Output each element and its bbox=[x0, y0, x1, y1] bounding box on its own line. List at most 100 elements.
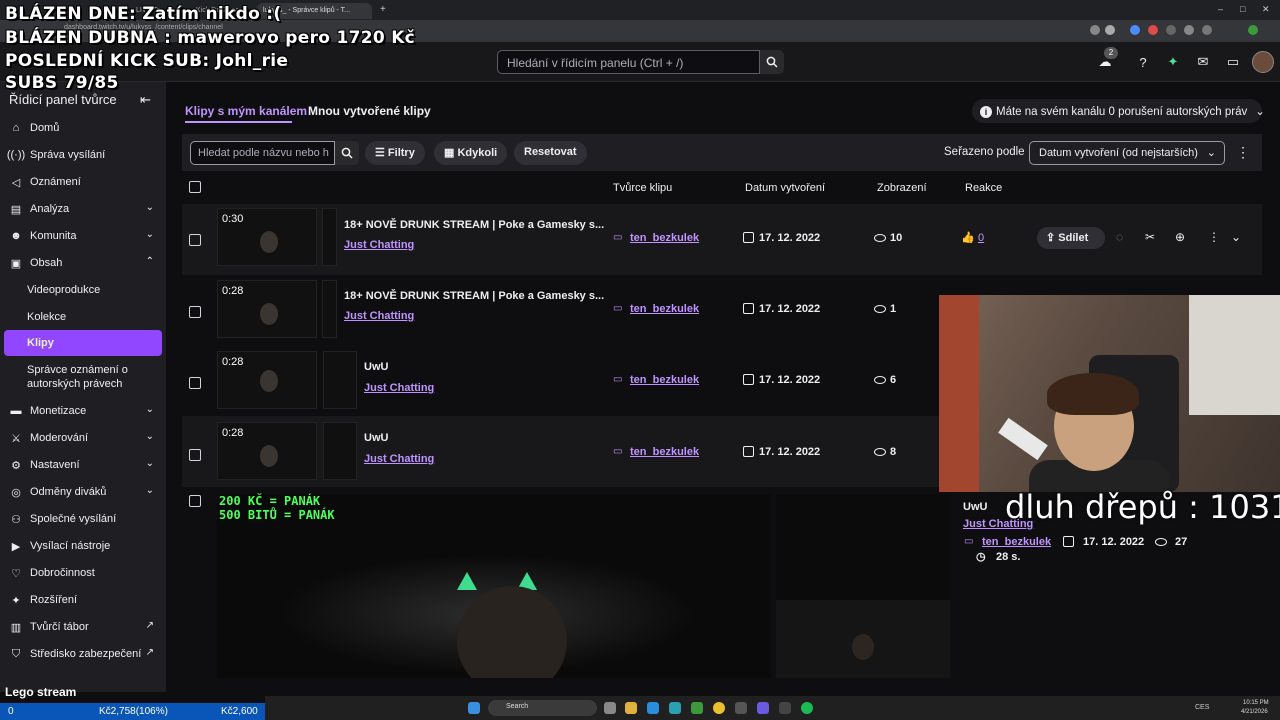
sidebar-item-creator-camp[interactable]: ▥ Tvůrčí tábor ↗ bbox=[0, 614, 166, 640]
zoom-icon[interactable] bbox=[1090, 25, 1100, 35]
clip-title[interactable]: 18+ NOVĚ DRUNK STREAM | Poke a Gamesky s… bbox=[344, 219, 604, 231]
clip-title[interactable]: UwU bbox=[364, 432, 388, 444]
more-options-icon[interactable]: ⋮ bbox=[1208, 230, 1220, 244]
minimize-icon[interactable]: – bbox=[1218, 4, 1223, 14]
spotify-icon[interactable] bbox=[801, 702, 813, 714]
extension-icon[interactable] bbox=[1148, 25, 1158, 35]
sparkle-icon[interactable]: ✦ bbox=[1165, 54, 1181, 70]
calendar-icon: ▦ bbox=[444, 147, 458, 159]
clip-category-link[interactable]: Just Chatting bbox=[344, 310, 414, 322]
reaction-count[interactable]: 0 bbox=[978, 232, 984, 244]
row-checkbox[interactable] bbox=[189, 377, 201, 389]
clip-title[interactable]: 18+ NOVĚ DRUNK STREAM | Poke a Gamesky s… bbox=[344, 290, 604, 302]
sidebar-item-monetization[interactable]: ▬ Monetizace ⌄ bbox=[0, 398, 166, 424]
expanded-clip-title[interactable]: UwU bbox=[963, 501, 987, 513]
app-icon[interactable] bbox=[669, 702, 681, 714]
file-explorer-icon[interactable] bbox=[625, 702, 637, 714]
sidebar-item-settings[interactable]: ⚙ Nastavení ⌄ bbox=[0, 452, 166, 478]
sidebar-item-safety-center[interactable]: ⛉ Středisko zabezpečení ↗ bbox=[0, 641, 166, 667]
clip-creator-link[interactable]: ten_bezkulek bbox=[630, 446, 699, 458]
sidebar-item-stream-manager[interactable]: ((·)) Správa vysílání bbox=[0, 142, 166, 168]
column-header-reactions[interactable]: Reakce bbox=[965, 182, 1002, 194]
taskbar-time[interactable]: 10:15 PM bbox=[1243, 700, 1269, 706]
chrome-icon[interactable] bbox=[713, 702, 725, 714]
close-icon[interactable]: ✕ bbox=[1262, 4, 1270, 15]
more-options-icon[interactable]: ⋮ bbox=[1236, 144, 1250, 161]
star-icon[interactable] bbox=[1105, 25, 1115, 35]
language-indicator[interactable]: CES bbox=[1195, 704, 1209, 711]
chevron-down-icon[interactable]: ⌄ bbox=[1231, 230, 1241, 244]
clip-creator-link[interactable]: ten_bezkulek bbox=[630, 232, 699, 244]
clip-creator-link[interactable]: ten_bezkulek bbox=[630, 374, 699, 386]
row-checkbox[interactable] bbox=[189, 234, 201, 246]
thumbs-up-icon[interactable]: 👍 bbox=[961, 231, 975, 244]
new-tab-button[interactable]: + bbox=[378, 3, 392, 19]
expanded-clip-creator[interactable]: ten_bezkulek bbox=[982, 536, 1051, 548]
extension-icon[interactable] bbox=[1166, 25, 1176, 35]
sidebar-item-community[interactable]: ☻ Komunita ⌄ bbox=[0, 223, 166, 249]
sidebar-item-notifications[interactable]: ◁ Oznámení bbox=[0, 169, 166, 195]
maximize-icon[interactable]: □ bbox=[1240, 4, 1245, 14]
sidebar-item-extensions[interactable]: ✦ Rozšíření bbox=[0, 587, 166, 613]
sidebar-subitem-copyright-manager-line2[interactable]: autorských právech bbox=[27, 378, 122, 390]
obs-icon[interactable] bbox=[779, 702, 791, 714]
app-icon[interactable] bbox=[735, 702, 747, 714]
collapse-sidebar-icon[interactable]: ⇤ bbox=[140, 92, 151, 108]
clip-search-input[interactable]: Hledat podle názvu nebo h bbox=[190, 141, 335, 165]
webcam-hair bbox=[1047, 373, 1139, 415]
active-tab-underline bbox=[185, 121, 292, 123]
whispers-icon[interactable]: ▭ bbox=[1225, 54, 1241, 70]
avatar[interactable] bbox=[1252, 51, 1274, 73]
row-checkbox[interactable] bbox=[189, 449, 201, 461]
copyright-strikes-dropdown[interactable]: i Máte na svém kanálu 0 porušení autorský… bbox=[972, 99, 1265, 123]
filters-button[interactable]: ☰ Filtry bbox=[365, 141, 425, 165]
tab-clips-of-my-channel[interactable]: Klipy s mým kanálem bbox=[185, 104, 307, 118]
extensions-puzzle-icon[interactable] bbox=[1202, 25, 1212, 35]
inbox-icon[interactable]: ✉ bbox=[1195, 54, 1211, 70]
sidebar-item-moderation[interactable]: ⚔ Moderování ⌄ bbox=[0, 425, 166, 451]
extension-icon[interactable] bbox=[1184, 25, 1194, 35]
sidebar-item-content[interactable]: ▣ Obsah ⌃ bbox=[0, 250, 166, 276]
task-view-icon[interactable] bbox=[604, 702, 616, 714]
tab-clips-i-created[interactable]: Mnou vytvořené klipy bbox=[308, 104, 431, 118]
search-button[interactable] bbox=[760, 50, 784, 74]
clip-title[interactable]: UwU bbox=[364, 361, 388, 373]
column-header-creator[interactable]: Tvůrce klipu bbox=[613, 182, 672, 194]
sidebar-item-charity[interactable]: ♡ Dobročinnost bbox=[0, 560, 166, 586]
extension-icon[interactable] bbox=[1130, 25, 1140, 35]
select-all-checkbox[interactable] bbox=[189, 181, 201, 193]
sidebar-item-home[interactable]: ⌂ Domů bbox=[0, 115, 166, 141]
sidebar-item-viewer-rewards[interactable]: ◎ Odměny diváků ⌄ bbox=[0, 479, 166, 505]
taskbar-date[interactable]: 4/21/2026 bbox=[1241, 709, 1268, 715]
taskbar-search[interactable]: Search bbox=[488, 700, 597, 716]
sidebar-subitem-collections[interactable]: Kolekce bbox=[27, 311, 66, 323]
sidebar-item-analytics[interactable]: ▤ Analýza ⌄ bbox=[0, 196, 166, 222]
column-header-date[interactable]: Datum vytvoření bbox=[745, 182, 825, 194]
clip-category-link[interactable]: Just Chatting bbox=[344, 239, 414, 251]
sidebar-item-streaming-tools[interactable]: ▶ Vysílací nástroje bbox=[0, 533, 166, 559]
app-icon[interactable] bbox=[691, 702, 703, 714]
help-icon[interactable]: ? bbox=[1135, 54, 1151, 70]
edge-icon[interactable] bbox=[647, 702, 659, 714]
sidebar-subitem-clips[interactable]: Klipy bbox=[27, 337, 54, 349]
clip-category-link[interactable]: Just Chatting bbox=[364, 453, 434, 465]
sort-select[interactable]: Datum vytvoření (od nejstarších) ⌄ bbox=[1029, 141, 1225, 165]
discord-icon[interactable] bbox=[757, 702, 769, 714]
share-button[interactable]: ⇪ Sdílet bbox=[1037, 227, 1105, 249]
row-checkbox[interactable] bbox=[189, 495, 201, 507]
sidebar-subitem-video-producer[interactable]: Videoprodukce bbox=[27, 284, 100, 296]
sidebar-item-co-streaming[interactable]: ⚇ Společné vysílání bbox=[0, 506, 166, 532]
add-icon[interactable]: ⊕ bbox=[1175, 230, 1185, 244]
clip-category-link[interactable]: Just Chatting bbox=[364, 382, 434, 394]
dashboard-search-input[interactable]: Hledání v řídicím panelu (Ctrl + /) bbox=[497, 50, 760, 74]
anytime-button[interactable]: ▦ Kdykoli bbox=[434, 141, 508, 165]
row-checkbox[interactable] bbox=[189, 306, 201, 318]
profile-icon[interactable] bbox=[1248, 25, 1258, 35]
column-header-views[interactable]: Zobrazení bbox=[877, 182, 927, 194]
reset-button[interactable]: Resetovat bbox=[514, 141, 587, 165]
clip-creator-link[interactable]: ten_bezkulek bbox=[630, 303, 699, 315]
sidebar-subitem-copyright-manager[interactable]: Správce oznámení o bbox=[27, 364, 128, 376]
scissors-icon[interactable]: ✂ bbox=[1145, 230, 1155, 244]
clip-search-button[interactable] bbox=[335, 141, 359, 165]
windows-start-icon[interactable] bbox=[468, 702, 480, 714]
